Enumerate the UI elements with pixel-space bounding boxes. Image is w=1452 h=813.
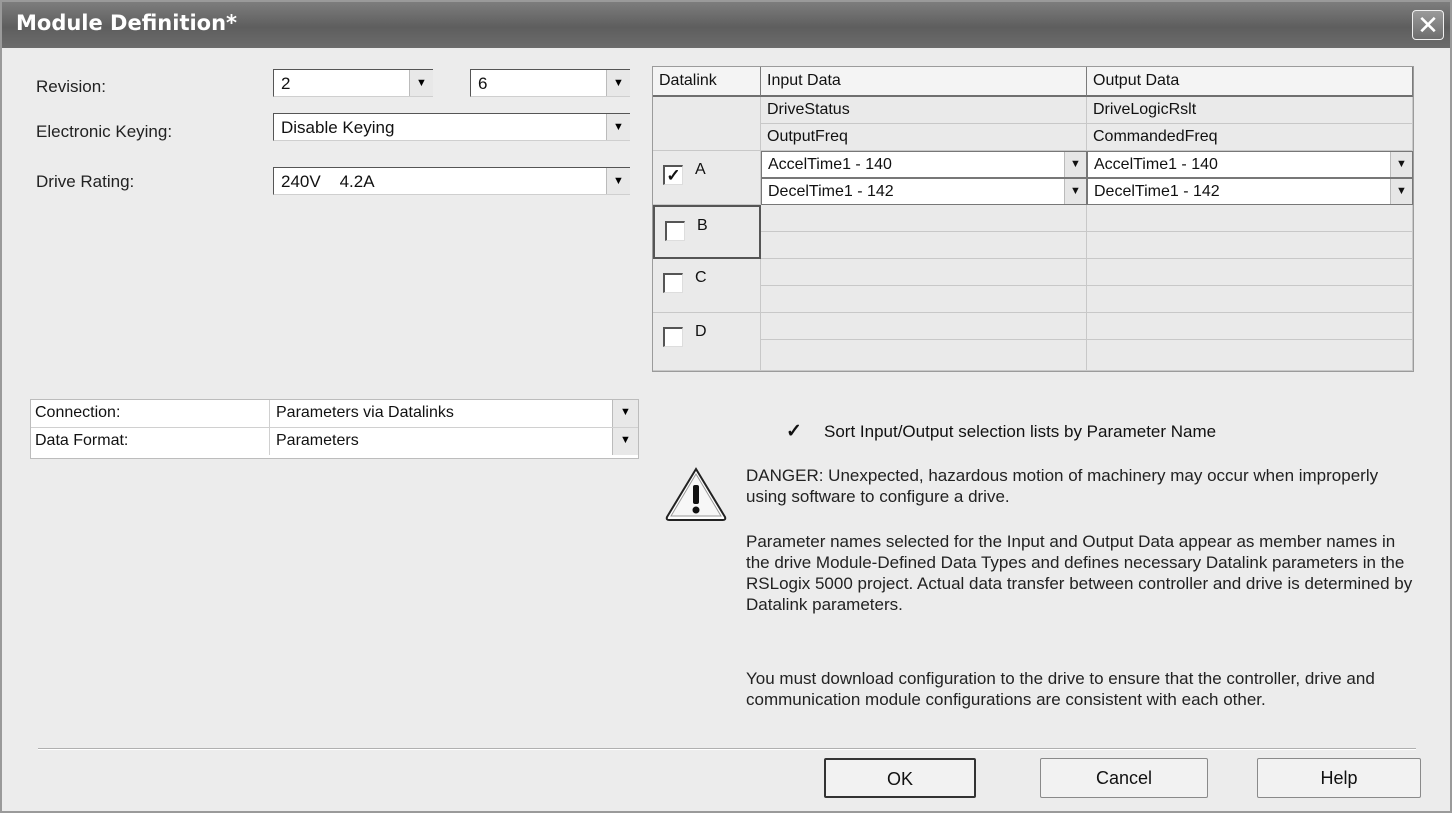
input-fixed-cell: OutputFreq (761, 124, 1087, 151)
datalink-a-input-1-value: AccelTime1 - 140 (768, 156, 892, 173)
datalink-a-label: A (695, 161, 706, 178)
revision-major-dropdown[interactable]: 2 ▼ (273, 69, 433, 97)
chevron-down-icon[interactable]: ▼ (409, 70, 433, 96)
electronic-keying-value: Disable Keying (281, 118, 395, 137)
checkmark-icon: ✓ (786, 421, 802, 442)
chevron-down-icon[interactable]: ▼ (606, 114, 630, 140)
chevron-down-icon[interactable]: ▼ (606, 168, 630, 194)
datalink-a-input-2-select[interactable]: DecelTime1 - 142 ▼ (761, 178, 1087, 205)
checkmark-icon: ✓ (666, 166, 681, 185)
datalink-a-checkbox[interactable]: ✓ (663, 165, 683, 185)
data-format-row: Data Format: Parameters ▼ (31, 428, 638, 456)
datalink-b-label: B (697, 217, 708, 234)
datalink-grid: Datalink Input Data Output Data DriveSta… (652, 66, 1414, 372)
datalink-d-cell: D (653, 313, 761, 371)
revision-minor-value: 6 (478, 74, 488, 93)
info-message-datalinks: Parameter names selected for the Input a… (746, 532, 1413, 614)
chevron-down-icon[interactable]: ▼ (612, 428, 638, 455)
output-fixed-cell: DriveLogicRslt (1087, 97, 1413, 124)
datalink-a-output-2-value: DecelTime1 - 142 (1094, 183, 1220, 200)
chevron-down-icon[interactable]: ▼ (1064, 179, 1086, 204)
datalink-d-input-2-cell (761, 340, 1087, 371)
datalink-d-output-1-cell (1087, 313, 1413, 340)
datalink-a-output-2-select[interactable]: DecelTime1 - 142 ▼ (1087, 178, 1413, 205)
datalink-d-output-2-cell (1087, 340, 1413, 371)
drive-rating-value: 240V 4.2A (281, 172, 375, 191)
connection-properties-table: Connection: Parameters via Datalinks ▼ D… (30, 399, 639, 459)
fixed-rows-datalink-cell (653, 97, 761, 151)
datalink-b-input-2-cell (761, 232, 1087, 259)
datalink-c-input-2-cell (761, 286, 1087, 313)
connection-dropdown[interactable]: Parameters via Datalinks ▼ (269, 400, 638, 427)
datalink-a-output-1-select[interactable]: AccelTime1 - 140 ▼ (1087, 151, 1413, 178)
title-bar[interactable]: Module Definition* ✕ (2, 2, 1450, 48)
datalink-c-label: C (695, 269, 707, 286)
datalink-b-input-1-cell (761, 205, 1087, 232)
datalink-d-input-1-cell (761, 313, 1087, 340)
connection-row: Connection: Parameters via Datalinks ▼ (31, 400, 638, 428)
chevron-down-icon[interactable]: ▼ (1390, 152, 1412, 177)
datalink-column-header: Datalink (653, 67, 761, 97)
datalink-d-checkbox[interactable] (663, 327, 683, 347)
electronic-keying-dropdown[interactable]: Disable Keying ▼ (273, 113, 630, 141)
output-data-column-header: Output Data (1087, 67, 1413, 97)
datalink-b-output-2-cell (1087, 232, 1413, 259)
warning-triangle-icon (665, 467, 727, 521)
datalink-c-output-1-cell (1087, 259, 1413, 286)
data-format-dropdown[interactable]: Parameters ▼ (269, 428, 638, 455)
input-data-column-header: Input Data (761, 67, 1087, 97)
button-separator (38, 748, 1416, 750)
close-icon: ✕ (1417, 10, 1439, 40)
drive-rating-label: Drive Rating: (36, 172, 135, 191)
electronic-keying-label: Electronic Keying: (36, 122, 173, 141)
connection-value: Parameters via Datalinks (276, 404, 454, 421)
datalink-a-output-1-value: AccelTime1 - 140 (1094, 156, 1218, 173)
chevron-down-icon[interactable]: ▼ (612, 400, 638, 427)
output-fixed-cell: CommandedFreq (1087, 124, 1413, 151)
dialog-title: Module Definition* (16, 11, 238, 35)
data-format-value: Parameters (276, 432, 359, 449)
help-button[interactable]: Help (1257, 758, 1421, 798)
datalink-a-cell: ✓ A (653, 151, 761, 205)
chevron-down-icon[interactable]: ▼ (1390, 179, 1412, 204)
data-format-label: Data Format: (35, 432, 129, 449)
revision-minor-dropdown[interactable]: 6 ▼ (470, 69, 630, 97)
chevron-down-icon[interactable]: ▼ (1064, 152, 1086, 177)
datalink-c-output-2-cell (1087, 286, 1413, 313)
input-fixed-cell: DriveStatus (761, 97, 1087, 124)
datalink-b-output-1-cell (1087, 205, 1413, 232)
revision-major-value: 2 (281, 74, 291, 93)
info-message-download: You must download configuration to the d… (746, 669, 1375, 709)
connection-label: Connection: (35, 404, 121, 421)
datalink-a-input-2-value: DecelTime1 - 142 (768, 183, 894, 200)
datalink-d-label: D (695, 323, 707, 340)
module-definition-dialog: Module Definition* ✕ Revision: 2 ▼ 6 ▼ E… (0, 0, 1452, 813)
danger-message: DANGER: Unexpected, hazardous motion of … (746, 466, 1379, 506)
revision-label: Revision: (36, 77, 106, 96)
datalink-b-checkbox[interactable] (665, 221, 685, 241)
ok-button[interactable]: OK (824, 758, 976, 798)
datalink-c-checkbox[interactable] (663, 273, 683, 293)
datalink-c-cell: C (653, 259, 761, 313)
sort-by-name-checkbox[interactable]: ✓ (786, 422, 806, 442)
cancel-button[interactable]: Cancel (1040, 758, 1208, 798)
datalink-b-cell: B (653, 205, 761, 259)
datalink-c-input-1-cell (761, 259, 1087, 286)
chevron-down-icon[interactable]: ▼ (606, 70, 630, 96)
sort-by-name-label: Sort Input/Output selection lists by Par… (824, 422, 1217, 441)
drive-rating-dropdown[interactable]: 240V 4.2A ▼ (273, 167, 630, 195)
close-button[interactable]: ✕ (1412, 10, 1444, 40)
datalink-a-input-1-select[interactable]: AccelTime1 - 140 ▼ (761, 151, 1087, 178)
